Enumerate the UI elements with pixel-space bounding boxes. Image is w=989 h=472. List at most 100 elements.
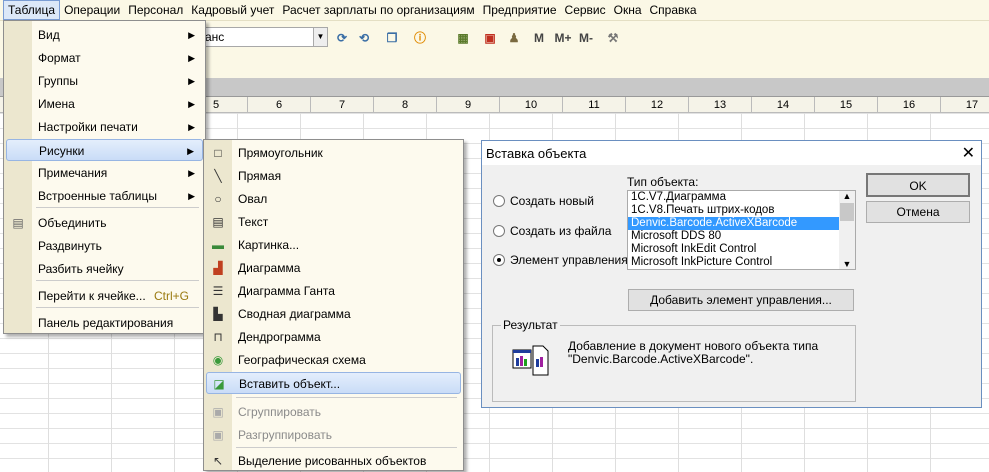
cancel-button[interactable]: Отмена	[866, 201, 970, 223]
column-header[interactable]: 13	[689, 97, 752, 113]
table-menu-item[interactable]: Вид ▶	[6, 24, 203, 46]
pictures-menu-item[interactable]: ▟ Диаграмма	[206, 257, 461, 279]
group-icon: ▣	[212, 405, 224, 419]
column-header[interactable]: 11	[563, 97, 626, 113]
pictures-menu-item[interactable]: ○ Овал	[206, 188, 461, 210]
menu-help[interactable]: Справка	[646, 1, 701, 19]
menu-item-label: Дендрограмма	[238, 330, 321, 344]
table-menu-item[interactable]: Перейти к ячейке... Ctrl+G	[6, 285, 203, 307]
calendar-icon[interactable]: ▣	[482, 29, 498, 47]
column-header[interactable]: 16	[878, 97, 941, 113]
pictures-menu-item[interactable]: ◉ Географическая схема	[206, 349, 461, 371]
toolbar-combo[interactable]: анс ▼	[200, 27, 328, 47]
menu-operations[interactable]: Операции	[60, 1, 124, 19]
column-header[interactable]: 8	[374, 97, 437, 113]
table-menu-item[interactable]: ▤ Объединить	[6, 212, 203, 234]
column-header[interactable]: 7	[311, 97, 374, 113]
menu-payroll[interactable]: Расчет зарплаты по организациям	[278, 1, 478, 19]
table-menu-item[interactable]: Примечания ▶	[6, 162, 203, 184]
memory-minus-button[interactable]: M-	[577, 29, 595, 47]
submenu-arrow-icon: ▶	[188, 99, 195, 109]
search-prev-icon[interactable]: ⟲	[355, 29, 373, 47]
object-type-item[interactable]: Microsoft InkEdit Control	[628, 243, 839, 256]
menu-enterprise[interactable]: Предприятие	[479, 1, 561, 19]
menu-windows[interactable]: Окна	[610, 1, 646, 19]
memory-button[interactable]: M	[532, 29, 546, 47]
table-menu-item[interactable]: Раздвинуть	[6, 235, 203, 257]
table-menu-item[interactable]: Формат ▶	[6, 47, 203, 69]
menu-item-label: Сгруппировать	[238, 405, 322, 419]
oval-icon: ○	[214, 192, 222, 206]
user-lock-icon[interactable]: ♟	[506, 29, 522, 47]
pictures-menu-item[interactable]: ▙ Сводная диаграмма	[206, 303, 461, 325]
table-menu-item[interactable]: Встроенные таблицы ▶	[6, 185, 203, 207]
chart-icon: ▟	[213, 261, 223, 275]
insert-object-icon: ◪	[213, 377, 225, 391]
object-type-list[interactable]: 1C.V7.Диаграмма 1C.V8.Печать штрих-кодов D…	[627, 190, 856, 270]
object-type-item[interactable]: Microsoft InkPicture Control	[628, 256, 839, 269]
radio-control[interactable]: Элемент управления	[493, 253, 628, 267]
ok-button[interactable]: OK	[866, 173, 970, 197]
menu-separator	[236, 447, 457, 448]
cursor-icon: ↖	[212, 454, 224, 468]
table-menu-item[interactable]: Разбить ячейку	[6, 258, 203, 280]
table-menu-item[interactable]: Имена ▶	[6, 93, 203, 115]
result-text-line2: "Denvic.Barcode.ActiveXBarcode".	[568, 352, 754, 366]
pictures-menu-item[interactable]: ◪ Вставить объект...	[206, 372, 461, 394]
pictures-menu-item[interactable]: ⊓ Дендрограмма	[206, 326, 461, 348]
settings-wrench-icon[interactable]: ⚒	[605, 29, 621, 47]
add-control-button[interactable]: Добавить элемент управления...	[628, 289, 854, 311]
calculator-icon[interactable]: ▦	[455, 29, 471, 47]
menu-item-label: Формат	[38, 51, 81, 65]
menu-item-label: Рисунки	[39, 144, 85, 158]
windows-icon[interactable]: ❐	[383, 29, 401, 47]
column-header[interactable]: 15	[815, 97, 878, 113]
object-type-item[interactable]: Microsoft DDS 80	[628, 230, 839, 243]
column-header[interactable]: 12	[626, 97, 689, 113]
menu-item-label: Прямая	[238, 169, 282, 183]
radio-create-from-file[interactable]: Создать из файла	[493, 224, 611, 238]
menu-item-label: Сводная диаграмма	[238, 307, 351, 321]
scrollbar[interactable]: ▲ ▼	[839, 191, 855, 269]
scroll-thumb[interactable]	[840, 203, 854, 221]
info-icon[interactable]: ⓘ	[410, 29, 430, 47]
submenu-arrow-icon: ▶	[188, 191, 195, 201]
menu-personnel[interactable]: Персонал	[124, 1, 187, 19]
chevron-up-icon[interactable]: ▲	[839, 191, 855, 201]
column-header[interactable]: 17	[941, 97, 989, 113]
search-next-icon[interactable]: ⟳	[333, 29, 351, 47]
radio-create-new[interactable]: Создать новый	[493, 194, 594, 208]
column-header[interactable]: 10	[500, 97, 563, 113]
close-icon[interactable]: ✕	[962, 143, 975, 163]
object-type-item[interactable]: 1C.V7.Диаграмма	[628, 191, 839, 204]
menu-service[interactable]: Сервис	[561, 1, 610, 19]
table-menu-item[interactable]: Группы ▶	[6, 70, 203, 92]
pictures-menu-item[interactable]: ╲ Прямая	[206, 165, 461, 187]
table-menu-item[interactable]: Настройки печати ▶	[6, 116, 203, 138]
chevron-down-icon[interactable]: ▼	[839, 259, 855, 269]
object-type-item[interactable]: 1C.V8.Печать штрих-кодов	[628, 204, 839, 217]
menu-item-label: Диаграмма Ганта	[238, 284, 335, 298]
text-icon: ▤	[212, 215, 224, 229]
menu-item-label: Диаграмма	[238, 261, 301, 275]
pivot-chart-icon: ▙	[213, 307, 223, 321]
table-menu-item[interactable]: Панель редактирования	[6, 312, 203, 334]
object-type-item[interactable]: Denvic.Barcode.ActiveXBarcode	[628, 217, 839, 230]
menu-hr[interactable]: Кадровый учет	[187, 1, 278, 19]
pictures-menu-item[interactable]: ↖ Выделение рисованных объектов	[206, 450, 461, 472]
pictures-menu-item[interactable]: ☰ Диаграмма Ганта	[206, 280, 461, 302]
column-header[interactable]: 9	[437, 97, 500, 113]
pictures-menu-item[interactable]: ▬ Картинка...	[206, 234, 461, 256]
column-header[interactable]: 6	[248, 97, 311, 113]
pictures-menu-item[interactable]: ▤ Текст	[206, 211, 461, 233]
menu-separator	[36, 307, 199, 308]
table-menu-item[interactable]: Рисунки ▶	[6, 139, 203, 161]
object-chart-icon	[511, 344, 551, 376]
chevron-down-icon[interactable]: ▼	[313, 28, 327, 46]
ungroup-icon: ▣	[212, 428, 224, 442]
pictures-menu-item[interactable]: □ Прямоугольник	[206, 142, 461, 164]
menu-table[interactable]: Таблица	[3, 0, 61, 20]
memory-plus-button[interactable]: M+	[553, 29, 573, 47]
column-header[interactable]: 14	[752, 97, 815, 113]
submenu-arrow-icon: ▶	[188, 168, 195, 178]
